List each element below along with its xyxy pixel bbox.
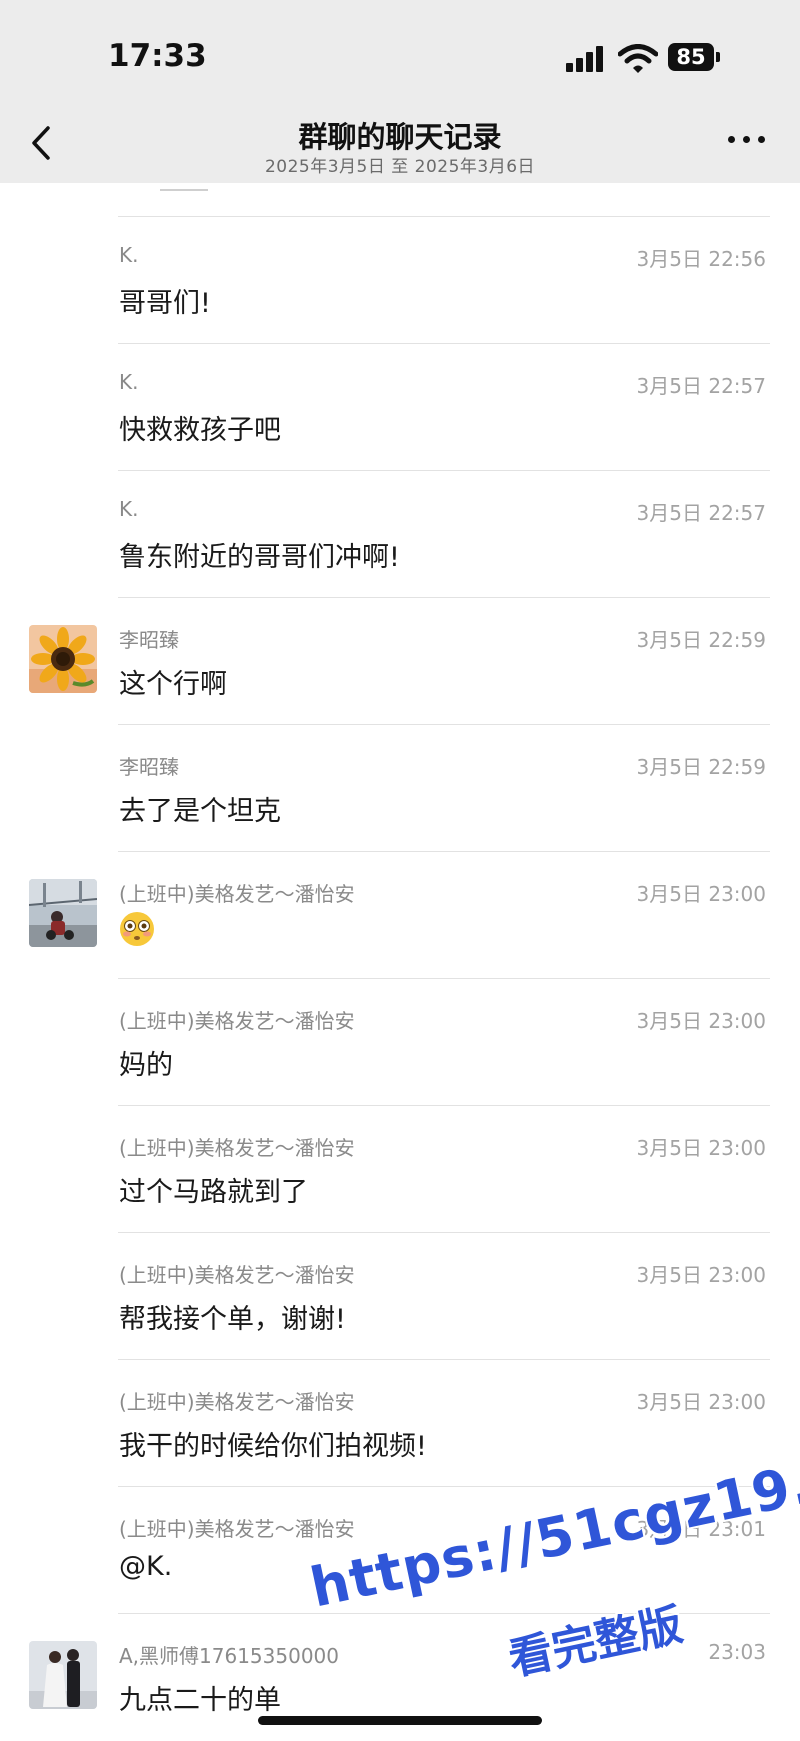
message-text: 鲁东附近的哥哥们冲啊!	[119, 542, 400, 573]
more-dots-icon[interactable]	[728, 134, 768, 146]
message-text: 快救救孩子吧	[119, 415, 281, 446]
message-text: 哥哥们!	[119, 288, 211, 319]
message-item[interactable]: K. 3月5日 22:56 哥哥们!	[0, 217, 800, 344]
partial-message	[0, 183, 800, 217]
date-range: 2025年3月5日 至 2025年3月6日	[264, 157, 536, 177]
sender-name: 李昭臻	[119, 628, 179, 652]
message-time: 3月5日 22:57	[636, 501, 766, 525]
sender-name: (上班中)美格发艺～潘怡安	[119, 1263, 355, 1287]
message-item[interactable]: 李昭臻 3月5日 22:59 去了是个坦克	[0, 725, 800, 852]
message-text: 去了是个坦克	[119, 796, 281, 827]
flushed-face-emoji	[120, 912, 154, 946]
message-item[interactable]: (上班中)美格发艺～潘怡安 3月5日 23:00 妈的	[0, 979, 800, 1106]
message-text: 过个马路就到了	[119, 1177, 308, 1208]
cellular-signal-icon	[566, 46, 606, 72]
partial-content	[160, 183, 208, 191]
message-time: 3月5日 23:00	[636, 1390, 766, 1414]
nav-bar: 群聊的聊天记录 2025年3月5日 至 2025年3月6日	[0, 108, 800, 183]
message-time: 3月5日 22:56	[636, 247, 766, 271]
message-time: 23:03	[708, 1640, 766, 1664]
motorcycle-avatar[interactable]	[29, 879, 97, 947]
sunflower-avatar[interactable]	[29, 625, 97, 693]
message-text: 帮我接个单，谢谢!	[119, 1304, 346, 1335]
message-item[interactable]: (上班中)美格发艺～潘怡安 3月5日 23:00	[0, 852, 800, 979]
message-item[interactable]: (上班中)美格发艺～潘怡安 3月5日 23:00 过个马路就到了	[0, 1106, 800, 1233]
message-text: 妈的	[119, 1050, 173, 1081]
sender-name: K.	[119, 243, 139, 267]
status-bar: 17:33 85	[0, 0, 800, 108]
message-text: 我干的时候给你们拍视频!	[119, 1431, 427, 1462]
sender-name: 李昭臻	[119, 755, 179, 779]
message-time: 3月5日 23:00	[636, 1263, 766, 1287]
sender-name: (上班中)美格发艺～潘怡安	[119, 1136, 355, 1160]
status-time: 17:33	[108, 38, 207, 74]
sender-name: K.	[119, 370, 139, 394]
message-item[interactable]: (上班中)美格发艺～潘怡安 3月5日 23:00 帮我接个单，谢谢!	[0, 1233, 800, 1360]
home-indicator	[258, 1716, 542, 1725]
message-time: 3月5日 22:57	[636, 374, 766, 398]
wifi-icon	[618, 44, 658, 73]
message-item[interactable]: K. 3月5日 22:57 鲁东附近的哥哥们冲啊!	[0, 471, 800, 598]
sender-name: A,黑师傅17615350000	[119, 1644, 340, 1668]
message-time: 3月5日 23:00	[636, 1009, 766, 1033]
message-text: 这个行啊	[119, 669, 227, 700]
couple-photo-avatar[interactable]	[29, 1641, 97, 1709]
message-time: 3月5日 23:00	[636, 882, 766, 906]
page-title: 群聊的聊天记录	[298, 120, 502, 154]
battery-tip	[716, 52, 720, 62]
message-item[interactable]: (上班中)美格发艺～潘怡安 3月5日 23:00 我干的时候给你们拍视频!	[0, 1360, 800, 1487]
message-time: 3月5日 23:00	[636, 1136, 766, 1160]
sender-name: (上班中)美格发艺～潘怡安	[119, 1390, 355, 1414]
sender-name: (上班中)美格发艺～潘怡安	[119, 882, 355, 906]
message-item[interactable]: 李昭臻 3月5日 22:59 这个行啊	[0, 598, 800, 725]
battery-icon: 85	[668, 43, 714, 71]
sender-name: (上班中)美格发艺～潘怡安	[119, 1009, 355, 1033]
message-item[interactable]: K. 3月5日 22:57 快救救孩子吧	[0, 344, 800, 471]
sender-name: (上班中)美格发艺～潘怡安	[119, 1517, 355, 1541]
message-text: 九点二十的单	[119, 1685, 281, 1716]
message-time: 3月5日 22:59	[636, 628, 766, 652]
sender-name: K.	[119, 497, 139, 521]
message-time: 3月5日 22:59	[636, 755, 766, 779]
message-text: @K.	[119, 1551, 173, 1582]
